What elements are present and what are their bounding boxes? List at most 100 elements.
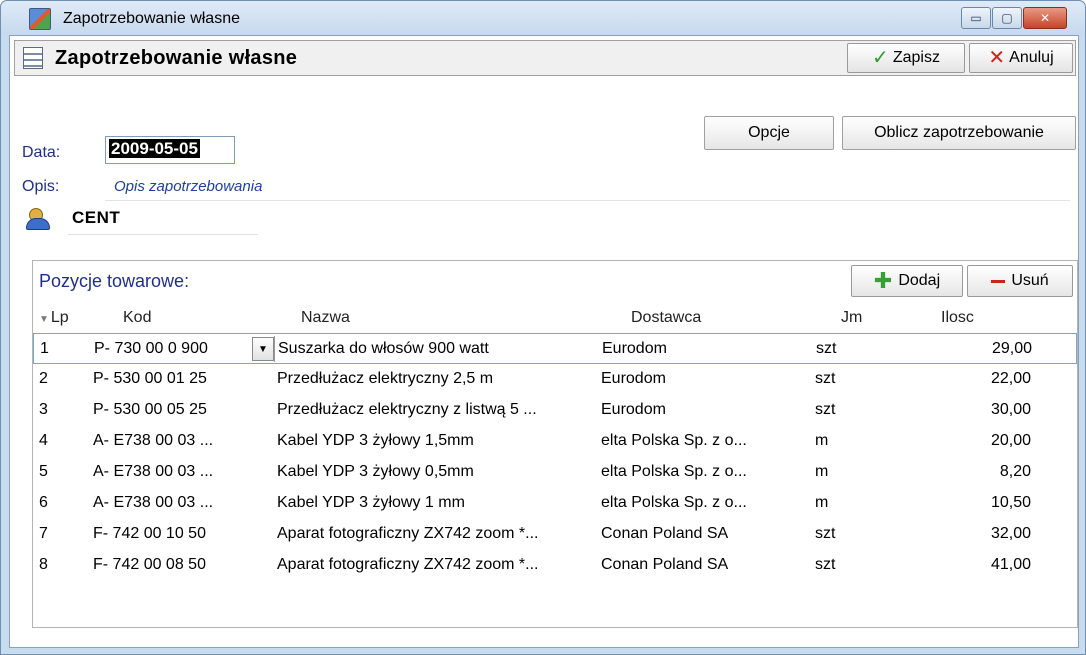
chevron-down-icon[interactable]: ▼ [252,337,274,361]
description-input[interactable]: Opis zapotrzebowania [114,178,262,195]
remove-item-label: Usuń [1011,272,1049,289]
cell-dostawca[interactable]: Eurodom [601,401,801,419]
table-row[interactable]: 6 A- E738 00 03 ... Kabel YDP 3 żyłowy 1 m… [33,488,1077,519]
cell-nazwa[interactable]: Aparat fotograficzny ZX742 zoom *... [277,525,597,543]
cell-dostawca[interactable]: Eurodom [602,340,802,358]
grid-header: ▼ Lp Kod Nazwa Dostawca Jm Ilosc [33,303,1077,333]
cell-nazwa[interactable]: Kabel YDP 3 żyłowy 1 mm [277,494,597,512]
cell-jm[interactable]: szt [815,401,895,419]
cell-dostawca[interactable]: elta Polska Sp. z o... [601,494,801,512]
cell-dostawca[interactable]: elta Polska Sp. z o... [601,463,801,481]
options-button[interactable]: Opcje [704,116,834,150]
cell-jm[interactable]: szt [816,340,896,358]
cell-lp[interactable]: 4 [39,432,79,450]
sort-icon: ▼ [39,314,49,325]
cell-ilosc[interactable]: 41,00 [923,556,1031,574]
app-window: Zapotrzebowanie własne ▭ ▢ ✕ Zapotrzebow… [0,0,1086,655]
company-underline [68,234,258,235]
cell-ilosc[interactable]: 29,00 [924,340,1032,358]
cell-kod[interactable]: F- 742 00 08 50 [93,556,273,574]
page-title: Zapotrzebowanie własne [55,47,298,69]
cell-kod[interactable]: P- 530 00 01 25 [93,370,273,388]
cell-lp[interactable]: 7 [39,525,79,543]
items-panel: Pozycje towarowe: ✚ Dodaj Usuń ▼ Lp Kod N… [32,260,1078,628]
users-icon [26,208,50,230]
cell-lp[interactable]: 8 [39,556,79,574]
cell-kod[interactable]: F- 742 00 10 50 [93,525,273,543]
cell-kod[interactable]: A- E738 00 03 ... [93,494,273,512]
cancel-button[interactable]: ✕ Anuluj [969,43,1073,73]
cell-ilosc[interactable]: 20,00 [923,432,1031,450]
save-button-label: Zapisz [892,49,940,66]
cell-dostawca[interactable]: elta Polska Sp. z o... [601,432,801,450]
remove-item-button[interactable]: Usuń [967,265,1073,297]
cell-ilosc[interactable]: 22,00 [923,370,1031,388]
save-button[interactable]: ✓ Zapisz [847,43,965,73]
column-header-lp[interactable]: ▼ Lp [39,309,69,327]
minimize-button[interactable]: ▭ [961,7,991,29]
cell-ilosc[interactable]: 32,00 [923,525,1031,543]
description-label: Opis: [22,178,60,195]
cell-jm[interactable]: szt [815,525,895,543]
column-header-ilosc[interactable]: Ilosc [941,309,974,327]
table-row[interactable]: 2 P- 530 00 01 25 Przedłużacz elektryczny … [33,364,1077,395]
items-panel-title: Pozycje towarowe: [39,271,190,291]
cell-jm[interactable]: szt [815,370,895,388]
cell-dostawca[interactable]: Eurodom [601,370,801,388]
cell-kod[interactable]: P- 530 00 05 25 [93,401,273,419]
cell-ilosc[interactable]: 10,50 [923,494,1031,512]
table-row[interactable]: 1 P- 730 00 0 900 Suszarka do włosów 900 w… [33,333,1077,364]
column-header-dostawca[interactable]: Dostawca [631,309,701,327]
document-icon [23,47,43,69]
compute-demand-button[interactable]: Oblicz zapotrzebowanie [842,116,1076,150]
cell-kod[interactable]: A- E738 00 03 ... [93,463,273,481]
cell-ilosc[interactable]: 8,20 [923,463,1031,481]
date-input[interactable]: 2009-05-05 [105,136,235,164]
table-row[interactable]: 3 P- 530 00 05 25 Przedłużacz elektryczny … [33,395,1077,426]
table-row[interactable]: 4 A- E738 00 03 ... Kabel YDP 3 żyłowy 1,5… [33,426,1077,457]
date-label: Data: [22,144,61,161]
column-header-jm[interactable]: Jm [841,309,862,327]
plus-icon: ✚ [873,268,893,293]
description-underline [105,200,1070,201]
add-item-label: Dodaj [898,272,941,289]
cell-nazwa[interactable]: Suszarka do włosów 900 watt [278,340,598,358]
checkmark-icon: ✓ [872,47,889,69]
maximize-button[interactable]: ▢ [992,7,1022,29]
minus-icon [991,279,1006,283]
cell-nazwa[interactable]: Przedłużacz elektryczny z listwą 5 ... [277,401,597,419]
table-row[interactable]: 7 F- 742 00 10 50 Aparat fotograficzny ZX7… [33,519,1077,550]
cell-dostawca[interactable]: Conan Poland SA [601,525,801,543]
app-icon [29,8,51,30]
cell-jm[interactable]: szt [815,556,895,574]
cell-kod[interactable]: P- 730 00 0 900 [94,340,274,358]
date-value: 2009-05-05 [109,139,200,158]
company-name: CENT [72,208,121,227]
table-row[interactable]: 8 F- 742 00 08 50 Aparat fotograficzny ZX7… [33,550,1077,581]
window-title: Zapotrzebowanie własne [63,10,240,27]
document-header: Zapotrzebowanie własne ✓ Zapisz ✕ Anuluj [14,40,1076,76]
cell-jm[interactable]: m [815,494,895,512]
cell-jm[interactable]: m [815,432,895,450]
cell-nazwa[interactable]: Kabel YDP 3 żyłowy 0,5mm [277,463,597,481]
title-bar[interactable]: Zapotrzebowanie własne ▭ ▢ ✕ [1,1,1085,35]
x-icon: ✕ [988,47,1006,69]
cell-nazwa[interactable]: Przedłużacz elektryczny 2,5 m [277,370,597,388]
cell-lp[interactable]: 3 [39,401,79,419]
cell-lp[interactable]: 1 [40,340,80,358]
cell-lp[interactable]: 6 [39,494,79,512]
cell-jm[interactable]: m [815,463,895,481]
cell-nazwa[interactable]: Kabel YDP 3 żyłowy 1,5mm [277,432,597,450]
add-item-button[interactable]: ✚ Dodaj [851,265,963,297]
close-button[interactable]: ✕ [1023,7,1067,29]
cell-lp[interactable]: 2 [39,370,79,388]
cell-nazwa[interactable]: Aparat fotograficzny ZX742 zoom *... [277,556,597,574]
cell-lp[interactable]: 5 [39,463,79,481]
cell-dostawca[interactable]: Conan Poland SA [601,556,801,574]
cell-kod[interactable]: A- E738 00 03 ... [93,432,273,450]
cell-ilosc[interactable]: 30,00 [923,401,1031,419]
client-area: Zapotrzebowanie własne ✓ Zapisz ✕ Anuluj… [9,35,1079,648]
table-row[interactable]: 5 A- E738 00 03 ... Kabel YDP 3 żyłowy 0,5… [33,457,1077,488]
column-header-kod[interactable]: Kod [123,309,151,327]
column-header-nazwa[interactable]: Nazwa [301,309,350,327]
